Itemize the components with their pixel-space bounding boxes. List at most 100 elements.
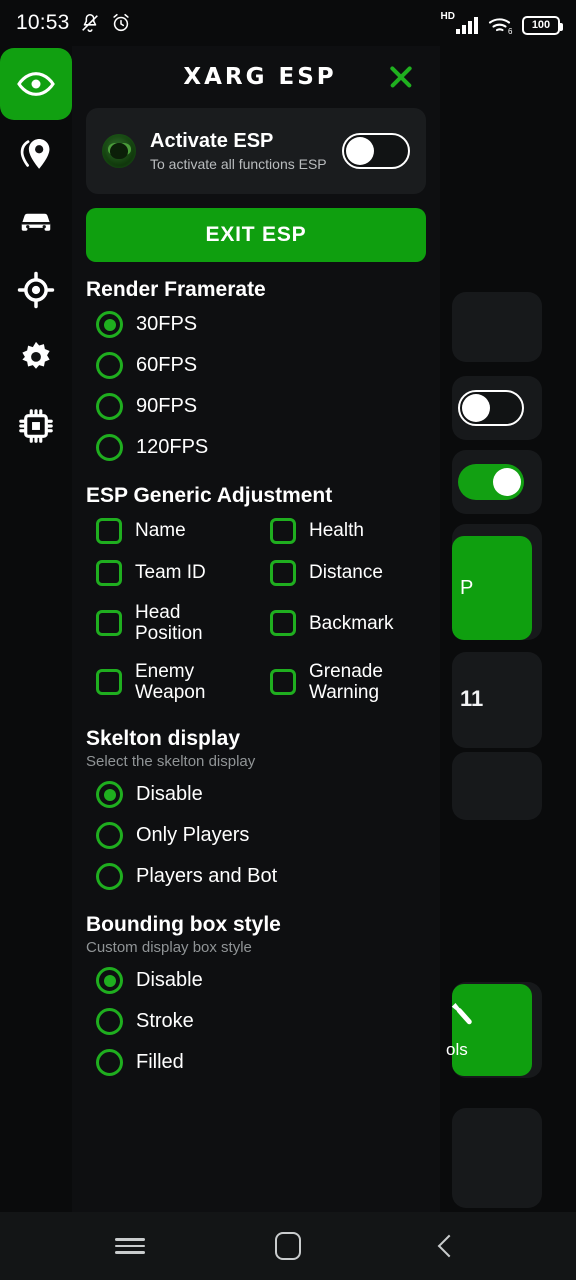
activate-esp-toggle[interactable] [342,133,410,169]
bounding-box-title: Bounding box style [86,913,281,937]
recents-button[interactable] [107,1223,153,1269]
checkbox-health-label: Health [309,520,364,542]
bg-green-button[interactable]: P [452,536,532,640]
radio-90fps-label: 90FPS [136,395,198,417]
pin-icon [20,138,50,169]
radio-box-filled[interactable]: Filled [86,1042,426,1083]
checkbox-enemy-weapon[interactable]: Enemy Weapon [86,653,252,712]
activate-esp-toggle-knob [346,137,374,165]
radio-skelton-players-and-bot-indicator [96,863,123,891]
status-bar-right: HD 6 100 [440,10,563,35]
checkbox-name-box [96,518,122,544]
checkbox-head-position-label: Head Position [135,602,203,645]
radio-60fps-indicator [96,352,123,379]
checkbox-backmark[interactable]: Backmark [260,594,426,653]
bg-card-8 [452,1108,542,1208]
checkbox-enemy-weapon-label: Enemy Weapon [135,660,206,703]
eye-icon [17,72,55,96]
activate-esp-title: Activate ESP [150,129,274,152]
bg-tools-card[interactable]: ols [446,984,532,1076]
exit-esp-button[interactable]: EXIT ESP [86,208,426,262]
hd-icon: HD [440,10,455,22]
radio-skelton-players-and-bot-label: Players and Bot [136,865,278,888]
checkbox-head-position[interactable]: Head Position [86,594,252,653]
app-logo-icon [102,134,136,168]
wifi6-icon: 6 [488,17,513,35]
radio-90fps[interactable]: 90FPS [86,386,426,427]
radio-box-disable[interactable]: Disable [86,960,426,1001]
battery-level: 100 [531,19,551,31]
target-icon [17,271,55,309]
radio-120fps-label: 120FPS [136,436,209,458]
activate-esp-subtitle: To activate all functions ESP [150,155,327,172]
checkbox-name[interactable]: Name [86,510,252,552]
icon-rail [0,48,72,460]
esp-overlay-panel: XARG ESP Activate ESP To activate all fu… [72,46,440,1212]
radio-30fps-indicator [96,311,123,338]
bg-counter: 11 [460,686,484,711]
back-icon [437,1234,460,1258]
close-icon[interactable] [384,60,418,94]
bg-toggle-on[interactable] [458,464,524,500]
radio-skelton-only-players[interactable]: Only Players [86,815,426,856]
signal-icon [456,16,478,34]
radio-120fps-indicator [96,434,123,461]
bounding-box-subtitle: Custom display box style [86,939,252,957]
checkbox-team-id-box [96,560,122,586]
sidebar-item-vehicle[interactable] [0,188,72,256]
radio-120fps[interactable]: 120FPS [86,427,426,468]
radio-skelton-disable-indicator [96,781,123,809]
radio-skelton-only-players-label: Only Players [136,824,250,847]
panel-header: XARG ESP [72,46,440,108]
radio-box-stroke-indicator [96,1008,123,1036]
render-framerate-title: Render Framerate [86,278,266,301]
sidebar-item-memory[interactable] [0,392,72,460]
checkbox-health[interactable]: Health [260,510,426,552]
svg-text:6: 6 [508,27,513,35]
page-title: XARG ESP [183,64,337,90]
sidebar-item-aim[interactable] [0,256,72,324]
checkbox-backmark-box [270,610,296,637]
bg-toggle-off[interactable] [458,390,524,426]
android-nav-bar [0,1212,576,1280]
car-icon [21,213,51,231]
radio-skelton-only-players-indicator [96,822,123,850]
radio-30fps[interactable]: 30FPS [86,304,426,345]
mute-icon [81,13,98,33]
radio-60fps-label: 60FPS [136,354,198,376]
sidebar-item-esp[interactable] [0,48,72,120]
bg-toggle-off-knob [462,394,490,422]
checkbox-grenade-warning[interactable]: Grenade Warning [260,653,426,712]
back-button[interactable] [423,1223,469,1269]
sidebar-item-location[interactable] [0,120,72,188]
sidebar-item-settings[interactable] [0,324,72,392]
radio-skelton-disable-label: Disable [136,783,203,806]
gear-icon [22,341,50,369]
home-button[interactable] [265,1223,311,1269]
status-time: 10:53 [16,11,70,34]
radio-box-filled-indicator [96,1049,123,1077]
radio-box-stroke[interactable]: Stroke [86,1001,426,1042]
esp-generic-grid: Name Health Team ID Distance Head Positi… [86,510,426,711]
checkbox-grenade-warning-label: Grenade Warning [309,660,383,703]
radio-30fps-label: 30FPS [136,313,198,335]
checkbox-team-id[interactable]: Team ID [86,552,252,594]
radio-skelton-disable[interactable]: Disable [86,774,426,815]
checkbox-team-id-label: Team ID [135,562,206,584]
radio-90fps-indicator [96,393,123,420]
activate-esp-texts: Activate ESP To activate all functions E… [150,129,328,174]
radio-skelton-players-and-bot[interactable]: Players and Bot [86,856,426,897]
battery-icon: 100 [522,15,563,35]
radio-box-disable-label: Disable [136,969,203,992]
activate-esp-card: Activate ESP To activate all functions E… [86,108,426,194]
section-render-framerate: Render Framerate 30FPS 60FPS 90FPS 120FP… [86,278,426,468]
radio-60fps[interactable]: 60FPS [86,345,426,386]
checkbox-distance[interactable]: Distance [260,552,426,594]
section-esp-generic: ESP Generic Adjustment Name Health Team … [86,484,426,711]
radio-box-filled-label: Filled [136,1051,184,1074]
chip-icon [19,409,53,443]
checkbox-head-position-box [96,610,122,637]
checkbox-grenade-warning-box [270,668,296,695]
checkbox-enemy-weapon-box [96,668,122,695]
bg-toggle-on-knob [493,468,521,496]
